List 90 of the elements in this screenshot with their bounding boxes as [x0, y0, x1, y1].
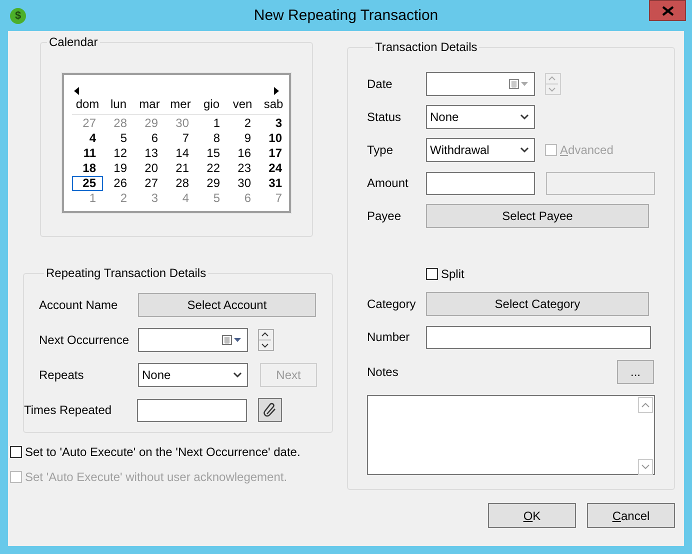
- chevron-down-icon: [520, 114, 529, 120]
- calendar-day[interactable]: 29: [196, 176, 227, 191]
- calendar-day[interactable]: 1: [196, 116, 227, 131]
- calendar-day[interactable]: 13: [134, 146, 165, 161]
- select-account-button[interactable]: Select Account: [138, 293, 316, 317]
- spinner[interactable]: [258, 329, 274, 351]
- field-label: Amount: [367, 176, 410, 190]
- next-month-icon[interactable]: [274, 87, 279, 95]
- more-button[interactable]: ...: [617, 360, 654, 384]
- group-label: Transaction Details: [374, 40, 478, 54]
- field-label: Category: [367, 297, 417, 311]
- calendar-day[interactable]: 12: [103, 146, 134, 161]
- cancel-button[interactable]: Cancel: [587, 503, 675, 528]
- group-label: Repeating Transaction Details: [45, 266, 208, 280]
- weekday-label: ven: [232, 97, 254, 113]
- attach-button[interactable]: [258, 398, 282, 422]
- field-label: Repeats: [38, 368, 85, 382]
- group-label: Calendar: [48, 35, 99, 49]
- weekday-label: gio: [202, 97, 220, 113]
- repeats-dropdown[interactable]: None: [138, 363, 248, 387]
- number-field[interactable]: [426, 326, 651, 348]
- scrollbar-arrows-icon: [638, 397, 653, 475]
- amount-field[interactable]: [426, 172, 535, 194]
- calendar-day[interactable]: 21: [165, 161, 196, 176]
- calendar-day[interactable]: 7: [165, 131, 196, 146]
- calendar-day[interactable]: 20: [134, 161, 165, 176]
- scrollbar[interactable]: [638, 397, 653, 473]
- weekday-label: mar: [138, 97, 161, 113]
- field-label: Number: [367, 330, 411, 344]
- calendar-day[interactable]: 16: [227, 146, 258, 161]
- field-label: Payee: [367, 209, 402, 223]
- checkbox[interactable]: [426, 268, 438, 280]
- calendar-day[interactable]: 5: [103, 131, 134, 146]
- calendar-day[interactable]: 3: [258, 116, 289, 131]
- window-title: New Repeating Transaction: [252, 7, 440, 24]
- prev-month-icon[interactable]: [74, 87, 79, 95]
- app-icon: $: [10, 8, 26, 24]
- weekday-label: dom: [74, 97, 100, 113]
- calendar-day[interactable]: 14: [165, 146, 196, 161]
- checkbox-label: Set to 'Auto Execute' on the 'Next Occurrence' date.: [25, 445, 300, 459]
- calendar-dropdown-icon: [222, 335, 242, 345]
- field-label: Account Name: [38, 298, 119, 312]
- field-label: Status: [367, 110, 402, 124]
- calendar-day[interactable]: 10: [258, 131, 289, 146]
- checkbox-label: Set 'Auto Execute' without user acknowlegement.: [25, 470, 288, 484]
- calendar-day[interactable]: 28: [165, 176, 196, 191]
- calendar-day[interactable]: 6: [134, 131, 165, 146]
- field-label: Date: [367, 77, 394, 91]
- field-label: Next Occurrence: [38, 333, 130, 347]
- date-picker[interactable]: [426, 72, 535, 96]
- calendar-day[interactable]: 18: [72, 161, 103, 176]
- weekday-label: mer: [169, 97, 192, 113]
- close-icon: [662, 6, 674, 16]
- calendar-day[interactable]: 2: [227, 116, 258, 131]
- calendar-day[interactable]: 4: [72, 131, 103, 146]
- times-repeated-field[interactable]: [137, 398, 247, 422]
- chevron-down-icon: [233, 372, 242, 378]
- calendar-day[interactable]: 11: [72, 146, 103, 161]
- checkbox-label: Split: [441, 267, 464, 281]
- field-label: Type: [367, 143, 394, 157]
- weekday-label: sab: [262, 97, 284, 113]
- weekday-label: lun: [109, 97, 128, 113]
- paperclip-icon: [262, 402, 278, 418]
- calendar-day[interactable]: 9: [227, 131, 258, 146]
- select-payee-button[interactable]: Select Payee: [426, 204, 649, 228]
- calendar-day[interactable]: 27: [134, 176, 165, 191]
- calendar-day[interactable]: 17: [258, 146, 289, 161]
- field-label: Notes: [367, 365, 400, 379]
- calendar-day[interactable]: 30: [227, 176, 258, 191]
- checkbox-label: Advanced: [560, 143, 614, 157]
- date-picker[interactable]: [138, 328, 248, 352]
- calendar-day[interactable]: 22: [196, 161, 227, 176]
- calendar-day[interactable]: 8: [196, 131, 227, 146]
- type-dropdown[interactable]: Withdrawal: [426, 138, 535, 162]
- ok-button[interactable]: OK: [488, 503, 576, 528]
- calendar-dropdown-icon: [509, 79, 529, 89]
- calendar-day[interactable]: 23: [227, 161, 258, 176]
- calendar-day[interactable]: 19: [103, 161, 134, 176]
- calendar-day[interactable]: 25: [72, 176, 103, 191]
- calendar-day[interactable]: 31: [258, 176, 289, 191]
- calendar-day[interactable]: 15: [196, 146, 227, 161]
- chevron-down-icon: [520, 147, 529, 153]
- close-button[interactable]: [649, 0, 686, 21]
- checkbox[interactable]: [10, 446, 22, 458]
- status-dropdown[interactable]: None: [426, 105, 535, 129]
- field-label: Times Repeated: [24, 403, 113, 417]
- calendar-day[interactable]: 26: [103, 176, 134, 191]
- calendar-day[interactable]: 24: [258, 161, 289, 176]
- select-category-button[interactable]: Select Category: [426, 292, 649, 316]
- notes-field[interactable]: [367, 395, 655, 475]
